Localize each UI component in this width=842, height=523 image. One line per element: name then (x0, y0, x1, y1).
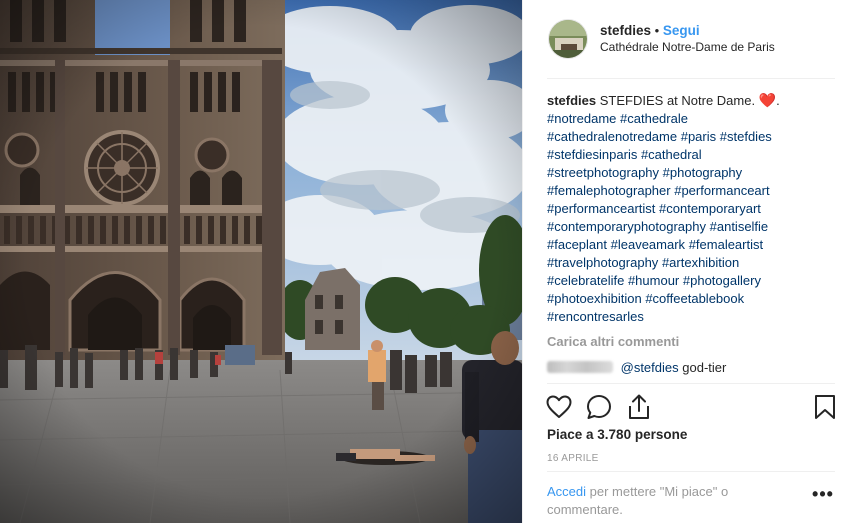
hashtag[interactable]: #faceplant (547, 237, 607, 252)
comments-divider (547, 383, 835, 384)
header-username[interactable]: stefdies (600, 23, 651, 38)
header-divider (547, 78, 835, 79)
hashtag[interactable]: #travelphotography (547, 255, 658, 270)
instagram-post: stefdies • Segui Cathédrale Notre-Dame d… (0, 0, 842, 523)
avatar-image-icon (549, 20, 587, 58)
comment-text: god-tier (682, 360, 727, 375)
hashtag[interactable]: #photogallery (683, 273, 761, 288)
post-photo[interactable] (0, 0, 522, 523)
likes-count[interactable]: Piace a 3.780 persone (547, 427, 687, 442)
hashtag[interactable]: #humour (628, 273, 679, 288)
share-icon (629, 394, 649, 419)
heart-emoji: ❤️ (758, 92, 777, 108)
caption-text: STEFDIES at Notre Dame. (599, 93, 756, 108)
post-sidebar: stefdies • Segui Cathédrale Notre-Dame d… (522, 0, 842, 523)
hashtag[interactable]: #femalephotographer (547, 183, 671, 198)
comment-mention[interactable]: @stefdies (621, 360, 679, 375)
header-separator: • (654, 23, 660, 38)
notre-dame-photo (0, 0, 522, 523)
hashtag[interactable]: #paris (681, 129, 716, 144)
hashtag[interactable]: #cathedrale (620, 111, 688, 126)
caption: stefdies STEFDIES at Notre Dame. ❤️. #no… (547, 91, 839, 326)
avatar[interactable] (548, 19, 588, 59)
save-button[interactable] (811, 393, 839, 421)
hashtag[interactable]: #contemporaryphotography (547, 219, 706, 234)
hashtag[interactable]: #photoexhibition (547, 291, 642, 306)
location-link[interactable]: Cathédrale Notre-Dame de Paris (600, 39, 775, 56)
load-more-comments-button[interactable]: Carica altri commenti (547, 334, 679, 349)
hashtag[interactable]: #celebratelife (547, 273, 624, 288)
blurred-commenter-name (547, 361, 613, 373)
like-button[interactable] (545, 393, 573, 421)
login-link[interactable]: Accedi (547, 484, 586, 499)
comment-button[interactable] (585, 393, 613, 421)
share-button[interactable] (625, 393, 653, 421)
caption-end: . (776, 93, 780, 108)
hashtag[interactable]: #stefdies (720, 129, 772, 144)
hashtag[interactable]: #stefdiesinparis (547, 147, 637, 162)
hashtag[interactable]: #cathedralenotredame (547, 129, 677, 144)
hashtag[interactable]: #leaveamark (611, 237, 685, 252)
hashtag[interactable]: #performanceartist (547, 201, 655, 216)
caption-username[interactable]: stefdies (547, 93, 596, 108)
comment-bubble-icon (587, 395, 611, 419)
hashtag[interactable]: #femaleartist (689, 237, 763, 252)
heart-outline-icon (546, 395, 572, 418)
header-text: stefdies • Segui Cathédrale Notre-Dame d… (600, 22, 775, 56)
hashtag[interactable]: #performanceart (674, 183, 769, 198)
hashtag[interactable]: #notredame (547, 111, 616, 126)
hashtag[interactable]: #artexhibition (662, 255, 739, 270)
hashtag[interactable]: #coffeetablebook (645, 291, 744, 306)
comment-item: @stefdies god-tier (547, 359, 726, 377)
login-prompt: Accedi per mettere "Mi piace" o commenta… (547, 483, 777, 519)
hashtag[interactable]: #streetphotography (547, 165, 659, 180)
bookmark-icon (815, 395, 835, 419)
hashtag[interactable]: #rencontresarles (547, 309, 644, 324)
footer-divider (547, 471, 835, 472)
more-options-button[interactable]: ••• (811, 485, 835, 507)
hashtag[interactable]: #antiselfie (710, 219, 769, 234)
post-date[interactable]: 16 APRILE (547, 453, 599, 464)
hashtag[interactable]: #cathedral (641, 147, 702, 162)
hashtag[interactable]: #photography (663, 165, 743, 180)
post-header: stefdies • Segui Cathédrale Notre-Dame d… (523, 0, 842, 78)
action-bar (545, 393, 841, 421)
follow-button[interactable]: Segui (663, 23, 700, 38)
hashtag[interactable]: #contemporaryart (659, 201, 761, 216)
